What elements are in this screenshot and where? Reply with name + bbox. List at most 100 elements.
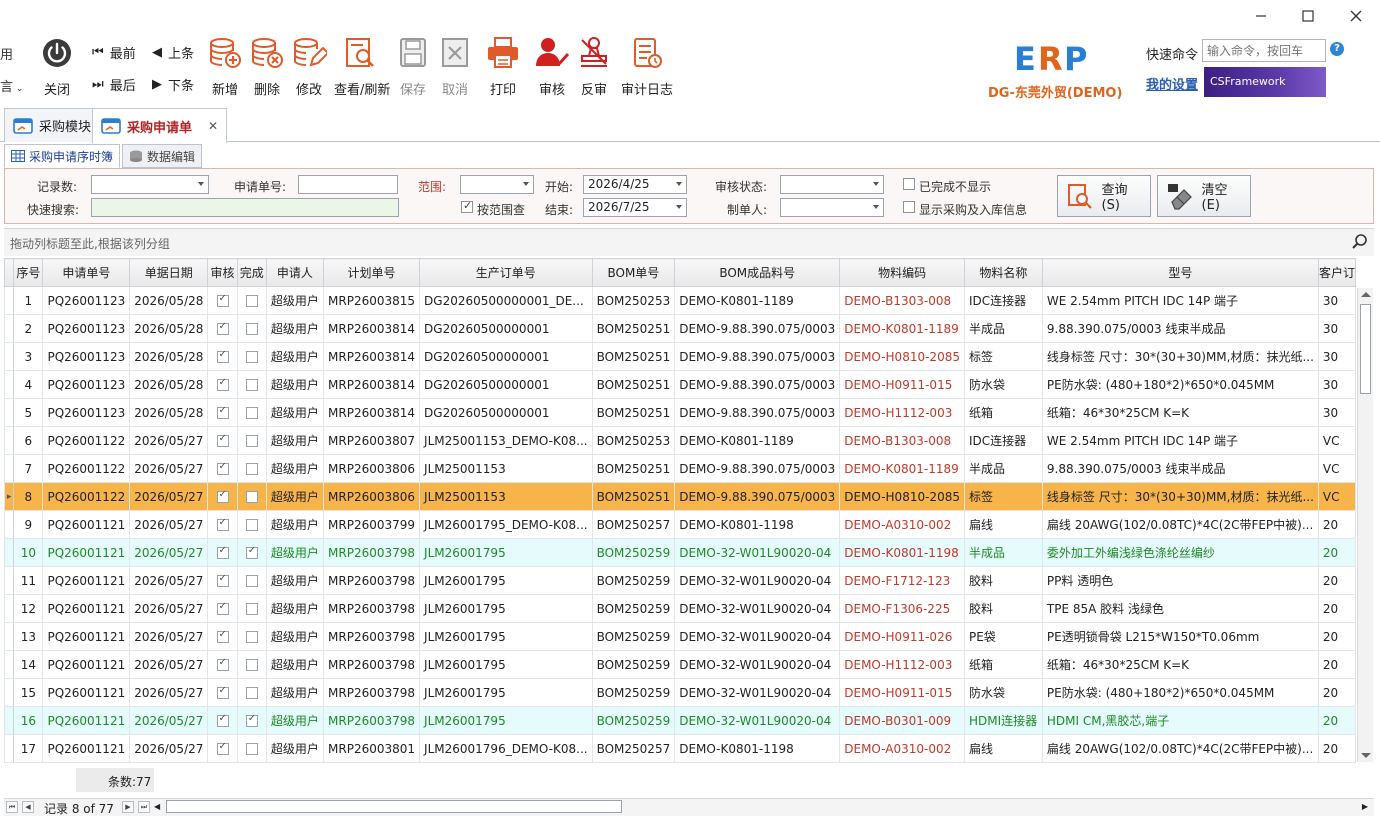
approved-checkbox[interactable] [216, 433, 229, 447]
table-cell[interactable]: DEMO-A0310-002 [839, 510, 965, 539]
table-row[interactable]: 3PQ260011232026/05/28 超级用户MRP26003814DG20… [4, 342, 1356, 371]
tab-data-edit[interactable]: 数据编辑 [122, 144, 203, 168]
table-cell[interactable]: DEMO-F1306-225 [839, 594, 965, 623]
table-cell[interactable]: 2026/05/27 [129, 482, 209, 511]
table-cell[interactable]: BOM250257 [591, 510, 676, 539]
row-indicator[interactable] [4, 314, 15, 343]
table-cell[interactable]: VC [1317, 426, 1356, 455]
table-cell[interactable]: DEMO-A0310-002 [839, 734, 965, 763]
approved-checkbox[interactable] [216, 545, 229, 559]
table-cell[interactable]: DG20260500000001_DE... [419, 286, 593, 315]
approved-checkbox[interactable] [216, 685, 229, 699]
table-cell[interactable]: 6 [13, 426, 44, 455]
table-cell[interactable]: 超级用户 [265, 538, 325, 567]
table-cell[interactable]: 线身标签 尺寸：30*(30+30)MM,材质：抹光纸... [1041, 342, 1319, 371]
table-cell[interactable]: JLM25001153_DEMO-K08... [419, 426, 593, 455]
table-cell[interactable]: PE防水袋: (480+180*2)*650*0.045MM [1041, 678, 1319, 707]
table-cell[interactable]: 8 [13, 482, 44, 511]
table-cell[interactable]: 超级用户 [265, 622, 325, 651]
column-header[interactable]: 申请单号 [42, 258, 131, 287]
edit-button[interactable]: 修改 [282, 36, 336, 98]
table-cell[interactable]: JLM25001153 [419, 482, 593, 511]
table-cell[interactable]: JLM26001795 [419, 622, 593, 651]
completed-checkbox[interactable] [245, 687, 258, 699]
tab-purchase-request[interactable]: 采购申请单 ✕ [92, 108, 228, 143]
table-cell[interactable]: 2026/05/27 [129, 454, 209, 483]
completed-checkbox[interactable] [245, 407, 258, 419]
last-record-button[interactable]: ⏭ 最后 [92, 74, 136, 94]
table-row[interactable]: 10PQ260011212026/05/27 超级用户MRP26003798JLM… [4, 538, 1356, 567]
table-cell[interactable]: 9.88.390.075/0003 线束半成品 [1041, 314, 1319, 343]
table-cell[interactable]: 半成品 [963, 538, 1043, 567]
table-cell[interactable]: 20 [1317, 678, 1356, 707]
table-cell[interactable]: 30 [1317, 286, 1356, 315]
table-row[interactable]: 7PQ260011222026/05/27 超级用户MRP26003806JLM2… [4, 454, 1356, 483]
table-cell[interactable]: 4 [13, 370, 44, 399]
approved-checkbox[interactable] [216, 657, 229, 671]
table-cell[interactable]: IDC连接器 [963, 286, 1043, 315]
query-button[interactable]: 查询(S) [1057, 175, 1151, 217]
tab-close-icon[interactable]: ✕ [208, 119, 218, 133]
completed-checkbox-cell[interactable] [236, 370, 267, 399]
table-cell[interactable]: BOM250251 [591, 342, 676, 371]
table-cell[interactable]: BOM250259 [591, 622, 676, 651]
table-cell[interactable]: DEMO-9.88.390.075/0003 [674, 342, 841, 371]
table-cell[interactable]: 20 [1317, 650, 1356, 679]
table-cell[interactable]: 30 [1317, 342, 1356, 371]
table-cell[interactable]: MRP26003801 [323, 734, 421, 763]
close-window-button[interactable] [1341, 4, 1371, 28]
table-cell[interactable]: JLM26001795 [419, 566, 593, 595]
table-cell[interactable]: 超级用户 [265, 594, 325, 623]
row-indicator[interactable] [4, 286, 15, 315]
approved-checkbox-cell[interactable] [207, 370, 238, 399]
table-cell[interactable]: 16 [13, 706, 44, 735]
table-cell[interactable]: DEMO-32-W01L90020-04 [674, 566, 841, 595]
approved-checkbox[interactable] [216, 349, 229, 363]
table-cell[interactable]: MRP26003814 [323, 342, 421, 371]
first-record-button[interactable]: ⏮ 最前 [92, 42, 136, 62]
table-cell[interactable]: MRP26003815 [323, 286, 421, 315]
completed-checkbox-cell[interactable] [236, 594, 267, 623]
row-indicator[interactable] [4, 734, 15, 763]
table-cell[interactable]: PQ26001121 [42, 706, 131, 735]
table-cell[interactable]: MRP26003814 [323, 370, 421, 399]
column-header[interactable]: 物料编码 [839, 258, 965, 287]
approved-checkbox[interactable] [216, 461, 229, 475]
approved-checkbox-cell[interactable] [207, 314, 238, 343]
approved-checkbox-cell[interactable] [207, 678, 238, 707]
row-indicator[interactable] [4, 650, 15, 679]
table-cell[interactable]: PQ26001121 [42, 538, 131, 567]
table-cell[interactable]: 委外加工外编浅绿色涤纶丝编纱 [1041, 538, 1319, 567]
table-cell[interactable]: DEMO-K0801-1189 [839, 314, 965, 343]
table-cell[interactable]: 2026/05/27 [129, 538, 209, 567]
table-cell[interactable]: WE 2.54mm PITCH IDC 14P 端子 [1041, 286, 1319, 315]
scroll-thumb[interactable] [1360, 304, 1371, 394]
table-cell[interactable]: HDMI连接器 [963, 706, 1043, 735]
table-row[interactable]: 2PQ260011232026/05/28 超级用户MRP26003814DG20… [4, 314, 1356, 343]
table-cell[interactable]: 标签 [963, 342, 1043, 371]
table-cell[interactable]: JLM26001795 [419, 650, 593, 679]
table-cell[interactable]: PQ26001123 [42, 342, 131, 371]
table-cell[interactable]: 30 [1317, 314, 1356, 343]
table-cell[interactable]: MRP26003798 [323, 566, 421, 595]
table-cell[interactable]: PQ26001122 [42, 482, 131, 511]
hide-done-checkbox[interactable] [903, 178, 915, 190]
next-record-button[interactable]: ▶ 下条 [152, 74, 194, 94]
print-button[interactable]: 打印 [476, 36, 530, 98]
completed-checkbox-cell[interactable] [236, 510, 267, 539]
table-row[interactable]: 4PQ260011232026/05/28 超级用户MRP26003814DG20… [4, 370, 1356, 399]
table-cell[interactable]: DEMO-H0911-015 [839, 678, 965, 707]
row-indicator[interactable] [4, 342, 15, 371]
table-cell[interactable]: MRP26003798 [323, 650, 421, 679]
column-header[interactable]: 计划单号 [323, 258, 421, 287]
table-cell[interactable]: 2026/05/28 [129, 398, 209, 427]
completed-checkbox[interactable] [245, 379, 258, 391]
table-row[interactable]: 5PQ260011232026/05/28 超级用户MRP26003814DG20… [4, 398, 1356, 427]
table-cell[interactable]: DEMO-K0801-1189 [674, 286, 841, 315]
table-cell[interactable]: 超级用户 [265, 342, 325, 371]
table-cell[interactable]: DEMO-9.88.390.075/0003 [674, 454, 841, 483]
table-row[interactable]: 12PQ260011212026/05/27 超级用户MRP26003798JLM… [4, 594, 1356, 623]
completed-checkbox[interactable] [245, 631, 258, 643]
table-cell[interactable]: 20 [1317, 706, 1356, 735]
table-cell[interactable]: 2026/05/28 [129, 314, 209, 343]
